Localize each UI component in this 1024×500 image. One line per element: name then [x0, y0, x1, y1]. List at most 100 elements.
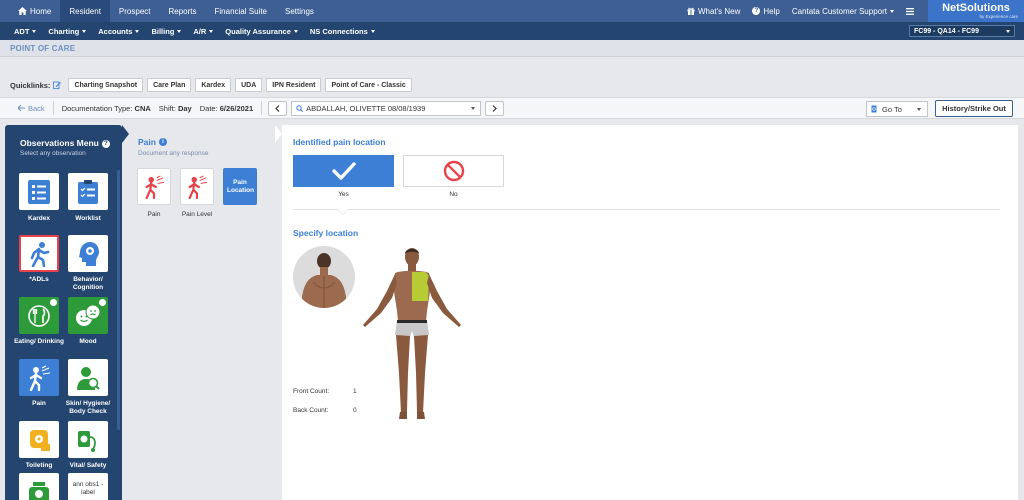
- chevron-left-icon: [275, 104, 280, 112]
- tile-ann-obs1[interactable]: ann obs1 - label: [68, 473, 108, 500]
- no-entry-icon: [443, 160, 464, 182]
- tile-vital-safety[interactable]: [68, 421, 108, 458]
- tile-eating-drinking[interactable]: [19, 297, 59, 334]
- tile-vital-safety-label: Vital/ Safety: [69, 462, 107, 469]
- pain-option-pain-level-label: Pain Level: [181, 211, 213, 218]
- tile-eating-drinking-label: Eating/ Drinking: [14, 338, 64, 345]
- tile-skin-hygiene[interactable]: [68, 359, 108, 396]
- chevron-down-icon: [890, 9, 894, 13]
- chevron-down-icon: [135, 29, 140, 33]
- tab-prospect[interactable]: Prospect: [110, 0, 160, 22]
- mood-faces-icon: [76, 304, 101, 326]
- tile-mood[interactable]: [68, 297, 108, 334]
- home-icon: [18, 7, 27, 15]
- identified-pain-location-title: Identified pain location: [293, 137, 386, 147]
- tile-kardex[interactable]: [19, 173, 59, 210]
- tab-reports[interactable]: Reports: [160, 0, 206, 22]
- pain-option-pain-location[interactable]: Pain Location: [223, 168, 257, 205]
- tile-skin-hygiene-label: Skin/ Hygiene/ Body Check: [65, 400, 111, 415]
- hamburger-menu[interactable]: [900, 0, 920, 22]
- subnav-billing-label: Billing: [151, 26, 175, 36]
- toolbar-divider: [52, 101, 54, 115]
- quicklink-point-of-care-classic[interactable]: Point of Care - Classic: [325, 78, 412, 92]
- pain-icon: [145, 175, 165, 199]
- chevron-down-icon: [82, 29, 87, 33]
- tab-settings[interactable]: Settings: [276, 0, 323, 22]
- quicklink-care-plan[interactable]: Care Plan: [147, 78, 192, 92]
- quicklink-ipn-resident[interactable]: IPN Resident: [266, 78, 322, 92]
- quicklink-kardex[interactable]: Kardex: [195, 78, 232, 92]
- body-map-front[interactable]: [357, 243, 467, 428]
- facility-value: FC99 - QA14 - FC99: [914, 27, 979, 35]
- next-patient-button[interactable]: [485, 100, 505, 116]
- chevron-down-icon: [370, 29, 375, 33]
- body-right-foot: [417, 411, 425, 419]
- section-divider: [293, 209, 1000, 210]
- previous-patient-button[interactable]: [268, 100, 288, 116]
- goto-select[interactable]: Go To: [866, 101, 928, 117]
- quicklink-uda[interactable]: UDA: [235, 78, 263, 92]
- yes-option[interactable]: [293, 155, 394, 187]
- support-label: Cantata Customer Support: [791, 6, 887, 16]
- pain-pointer: [275, 125, 282, 143]
- facility-select[interactable]: FC99 - QA14 - FC99: [909, 25, 1015, 37]
- tile-weight[interactable]: [19, 473, 59, 500]
- help-label: Help: [763, 6, 780, 16]
- body-abdomen: [397, 311, 427, 321]
- scale-icon: [29, 481, 49, 500]
- chevron-down-icon: [32, 29, 37, 33]
- tile-worklist[interactable]: [68, 173, 108, 210]
- subnav-accounts[interactable]: Accounts: [92, 27, 145, 36]
- subnav-charting[interactable]: Charting: [42, 27, 92, 36]
- goto-label: Go To: [882, 104, 902, 114]
- body-waistband: [397, 320, 427, 323]
- netsolutions-logo: NetSolutions by Experience care: [928, 0, 1024, 22]
- specify-location-title: Specify location: [293, 228, 359, 238]
- info-icon[interactable]: i: [158, 138, 167, 146]
- back-link[interactable]: Back: [18, 104, 45, 113]
- tab-resident[interactable]: Resident: [60, 0, 110, 22]
- quicklink-charting-snapshot[interactable]: Charting Snapshot: [68, 78, 144, 92]
- back-view-toggle[interactable]: [293, 246, 355, 308]
- subnav-charting-label: Charting: [48, 26, 80, 36]
- logo-sub: by Experience care: [979, 13, 1018, 19]
- subnav-adt[interactable]: ADT: [0, 27, 42, 36]
- whats-new-link[interactable]: What's New: [681, 0, 746, 22]
- chevron-down-icon: [293, 29, 298, 33]
- tile-toileting[interactable]: [19, 421, 59, 458]
- support-menu[interactable]: Cantata Customer Support: [786, 0, 900, 22]
- tab-financial-suite[interactable]: Financial Suite: [206, 0, 276, 22]
- front-count-value: 1: [353, 388, 357, 395]
- help-icon[interactable]: ?: [101, 140, 110, 148]
- tab-home[interactable]: Home: [0, 0, 60, 22]
- tab-settings-label: Settings: [285, 6, 314, 16]
- checkmark-icon: [331, 162, 356, 180]
- pain-option-pain-label: Pain: [147, 211, 161, 218]
- tile-behavior-cognition[interactable]: [68, 235, 108, 272]
- tile-adls[interactable]: [19, 235, 59, 272]
- no-option[interactable]: [403, 155, 504, 187]
- tile-ann-obs1-label: ann obs1 - label: [72, 481, 104, 496]
- subnav-accounts-label: Accounts: [98, 26, 133, 36]
- document-search-icon: [871, 105, 877, 113]
- pain-option-pain-level[interactable]: [180, 168, 214, 205]
- tile-pain[interactable]: [19, 359, 59, 396]
- subnav-ns-connections[interactable]: NS Connections: [304, 27, 381, 36]
- body-neck: [408, 264, 416, 271]
- history-strike-out-button[interactable]: History/Strike Out: [935, 100, 1013, 117]
- help-link[interactable]: ? Help: [746, 0, 785, 22]
- subnav-billing[interactable]: Billing: [145, 27, 187, 36]
- tile-adls-label: *ADLs: [29, 276, 49, 283]
- observations-menu-subtitle: Select any observation: [20, 150, 86, 157]
- walking-person-icon: [30, 241, 50, 267]
- subnav-ar[interactable]: A/R: [187, 27, 219, 36]
- pain-icon: [29, 365, 51, 391]
- subnav-quality-assurance[interactable]: Quality Assurance: [219, 27, 304, 36]
- tile-mood-label: Mood: [79, 338, 97, 345]
- tab-resident-label: Resident: [69, 6, 101, 16]
- observations-menu-scrollbar[interactable]: [117, 170, 120, 430]
- patient-search-select[interactable]: ABDALLAH, OLIVETTE 08/08/1939: [291, 100, 482, 116]
- edit-pencil-icon[interactable]: [53, 81, 62, 89]
- pain-option-pain[interactable]: [137, 168, 171, 205]
